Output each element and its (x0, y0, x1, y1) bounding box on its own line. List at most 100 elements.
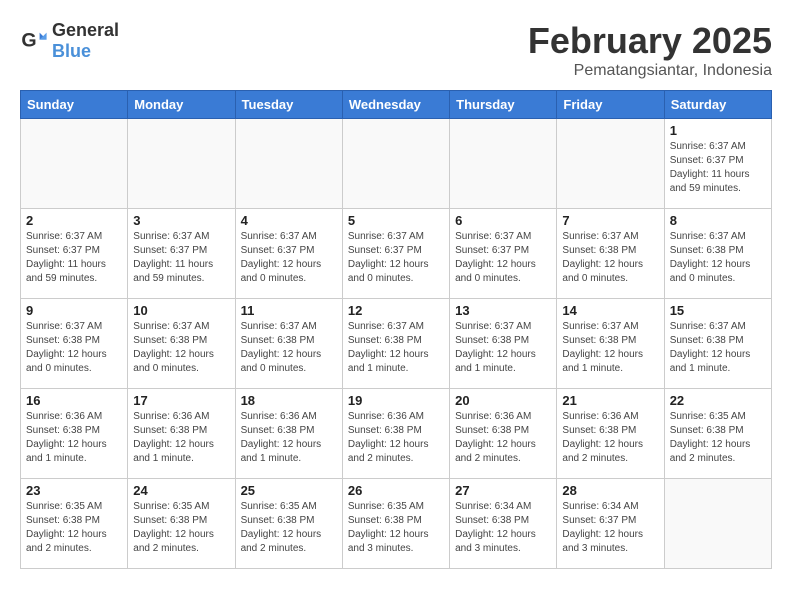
calendar-week-row: 2 Sunrise: 6:37 AM Sunset: 6:37 PM Daylig… (21, 209, 772, 299)
logo-icon: G (20, 27, 48, 55)
calendar-cell: 23Sunrise: 6:35 AM Sunset: 6:38 PM Dayli… (21, 479, 128, 569)
day-number: 17 (133, 393, 229, 408)
day-number: 21 (562, 393, 658, 408)
calendar-cell (664, 479, 771, 569)
day-info: Sunrise: 6:37 AM Sunset: 6:37 PM Dayligh… (26, 230, 122, 286)
day-info: Sunrise: 6:37 AM Sunset: 6:38 PM Dayligh… (455, 320, 551, 376)
calendar-cell: 3 Sunrise: 6:37 AM Sunset: 6:37 PM Daylig… (128, 209, 235, 299)
day-number: 25 (241, 483, 337, 498)
day-number: 10 (133, 303, 229, 318)
calendar-header-row: SundayMondayTuesdayWednesdayThursdayFrid… (21, 91, 772, 119)
logo-text-blue: Blue (52, 41, 91, 61)
day-header-friday: Friday (557, 91, 664, 119)
day-info: Sunrise: 6:35 AM Sunset: 6:38 PM Dayligh… (241, 500, 337, 556)
day-header-sunday: Sunday (21, 91, 128, 119)
calendar-week-row: 9 Sunrise: 6:37 AM Sunset: 6:38 PM Daylig… (21, 299, 772, 389)
calendar-cell: 5 Sunrise: 6:37 AM Sunset: 6:37 PM Daylig… (342, 209, 449, 299)
day-number: 27 (455, 483, 551, 498)
day-number: 28 (562, 483, 658, 498)
calendar-cell: 17 Sunrise: 6:36 AM Sunset: 6:38 PM Dayli… (128, 389, 235, 479)
day-info: Sunrise: 6:37 AM Sunset: 6:37 PM Dayligh… (670, 140, 766, 196)
day-info: Sunrise: 6:37 AM Sunset: 6:38 PM Dayligh… (241, 320, 337, 376)
day-header-tuesday: Tuesday (235, 91, 342, 119)
day-number: 22 (670, 393, 766, 408)
calendar-cell: 28 Sunrise: 6:34 AM Sunset: 6:37 PM Dayli… (557, 479, 664, 569)
page-header: G General Blue February 2025 Pematangsia… (20, 20, 772, 80)
calendar-week-row: 16 Sunrise: 6:36 AM Sunset: 6:38 PM Dayli… (21, 389, 772, 479)
day-info: Sunrise: 6:35 AM Sunset: 6:38 PM Dayligh… (26, 500, 122, 556)
calendar-cell: 20 Sunrise: 6:36 AM Sunset: 6:38 PM Dayli… (450, 389, 557, 479)
day-info: Sunrise: 6:35 AM Sunset: 6:38 PM Dayligh… (348, 500, 444, 556)
day-info: Sunrise: 6:36 AM Sunset: 6:38 PM Dayligh… (562, 410, 658, 466)
day-header-monday: Monday (128, 91, 235, 119)
day-info: Sunrise: 6:37 AM Sunset: 6:38 PM Dayligh… (562, 320, 658, 376)
day-info: Sunrise: 6:35 AM Sunset: 6:38 PM Dayligh… (133, 500, 229, 556)
day-number: 18 (241, 393, 337, 408)
calendar-cell: 14Sunrise: 6:37 AM Sunset: 6:38 PM Dayli… (557, 299, 664, 389)
day-info: Sunrise: 6:37 AM Sunset: 6:38 PM Dayligh… (348, 320, 444, 376)
calendar-cell: 26 Sunrise: 6:35 AM Sunset: 6:38 PM Dayli… (342, 479, 449, 569)
day-number: 12 (348, 303, 444, 318)
calendar-cell: 19Sunrise: 6:36 AM Sunset: 6:38 PM Dayli… (342, 389, 449, 479)
day-header-saturday: Saturday (664, 91, 771, 119)
day-info: Sunrise: 6:34 AM Sunset: 6:38 PM Dayligh… (455, 500, 551, 556)
day-info: Sunrise: 6:35 AM Sunset: 6:38 PM Dayligh… (670, 410, 766, 466)
calendar-cell: 12 Sunrise: 6:37 AM Sunset: 6:38 PM Dayli… (342, 299, 449, 389)
calendar-week-row: 1 Sunrise: 6:37 AM Sunset: 6:37 PM Daylig… (21, 119, 772, 209)
day-number: 13 (455, 303, 551, 318)
calendar-cell: 2 Sunrise: 6:37 AM Sunset: 6:37 PM Daylig… (21, 209, 128, 299)
calendar-cell: 27 Sunrise: 6:34 AM Sunset: 6:38 PM Dayli… (450, 479, 557, 569)
calendar-cell (557, 119, 664, 209)
day-info: Sunrise: 6:37 AM Sunset: 6:38 PM Dayligh… (26, 320, 122, 376)
calendar-cell: 7Sunrise: 6:37 AM Sunset: 6:38 PM Daylig… (557, 209, 664, 299)
day-number: 3 (133, 213, 229, 228)
logo: G General Blue (20, 20, 119, 62)
svg-text:G: G (21, 30, 36, 52)
calendar-week-row: 23Sunrise: 6:35 AM Sunset: 6:38 PM Dayli… (21, 479, 772, 569)
day-info: Sunrise: 6:36 AM Sunset: 6:38 PM Dayligh… (455, 410, 551, 466)
calendar: SundayMondayTuesdayWednesdayThursdayFrid… (20, 90, 772, 569)
calendar-cell: 18Sunrise: 6:36 AM Sunset: 6:38 PM Dayli… (235, 389, 342, 479)
day-header-wednesday: Wednesday (342, 91, 449, 119)
calendar-cell: 13 Sunrise: 6:37 AM Sunset: 6:38 PM Dayli… (450, 299, 557, 389)
calendar-cell: 9 Sunrise: 6:37 AM Sunset: 6:38 PM Daylig… (21, 299, 128, 389)
day-number: 8 (670, 213, 766, 228)
calendar-cell: 8 Sunrise: 6:37 AM Sunset: 6:38 PM Daylig… (664, 209, 771, 299)
day-number: 11 (241, 303, 337, 318)
calendar-cell: 22 Sunrise: 6:35 AM Sunset: 6:38 PM Dayli… (664, 389, 771, 479)
day-number: 16 (26, 393, 122, 408)
day-info: Sunrise: 6:37 AM Sunset: 6:38 PM Dayligh… (133, 320, 229, 376)
title-area: February 2025 Pematangsiantar, Indonesia (528, 20, 772, 80)
calendar-cell: 25 Sunrise: 6:35 AM Sunset: 6:38 PM Dayli… (235, 479, 342, 569)
day-info: Sunrise: 6:36 AM Sunset: 6:38 PM Dayligh… (133, 410, 229, 466)
calendar-cell: 10 Sunrise: 6:37 AM Sunset: 6:38 PM Dayli… (128, 299, 235, 389)
day-info: Sunrise: 6:37 AM Sunset: 6:37 PM Dayligh… (133, 230, 229, 286)
day-header-thursday: Thursday (450, 91, 557, 119)
day-number: 4 (241, 213, 337, 228)
calendar-cell: 6Sunrise: 6:37 AM Sunset: 6:37 PM Daylig… (450, 209, 557, 299)
month-title: February 2025 (528, 20, 772, 62)
day-number: 24 (133, 483, 229, 498)
calendar-cell (128, 119, 235, 209)
day-number: 1 (670, 123, 766, 138)
calendar-cell: 24 Sunrise: 6:35 AM Sunset: 6:38 PM Dayli… (128, 479, 235, 569)
day-info: Sunrise: 6:34 AM Sunset: 6:37 PM Dayligh… (562, 500, 658, 556)
day-number: 7 (562, 213, 658, 228)
calendar-cell: 15 Sunrise: 6:37 AM Sunset: 6:38 PM Dayli… (664, 299, 771, 389)
day-number: 20 (455, 393, 551, 408)
day-number: 26 (348, 483, 444, 498)
location-title: Pematangsiantar, Indonesia (528, 62, 772, 80)
calendar-cell (235, 119, 342, 209)
calendar-cell (21, 119, 128, 209)
day-number: 9 (26, 303, 122, 318)
calendar-cell: 11 Sunrise: 6:37 AM Sunset: 6:38 PM Dayli… (235, 299, 342, 389)
day-number: 15 (670, 303, 766, 318)
day-number: 5 (348, 213, 444, 228)
day-info: Sunrise: 6:37 AM Sunset: 6:38 PM Dayligh… (670, 320, 766, 376)
day-number: 2 (26, 213, 122, 228)
calendar-cell: 1 Sunrise: 6:37 AM Sunset: 6:37 PM Daylig… (664, 119, 771, 209)
day-info: Sunrise: 6:37 AM Sunset: 6:37 PM Dayligh… (241, 230, 337, 286)
day-info: Sunrise: 6:37 AM Sunset: 6:37 PM Dayligh… (348, 230, 444, 286)
day-number: 19 (348, 393, 444, 408)
day-info: Sunrise: 6:37 AM Sunset: 6:38 PM Dayligh… (670, 230, 766, 286)
